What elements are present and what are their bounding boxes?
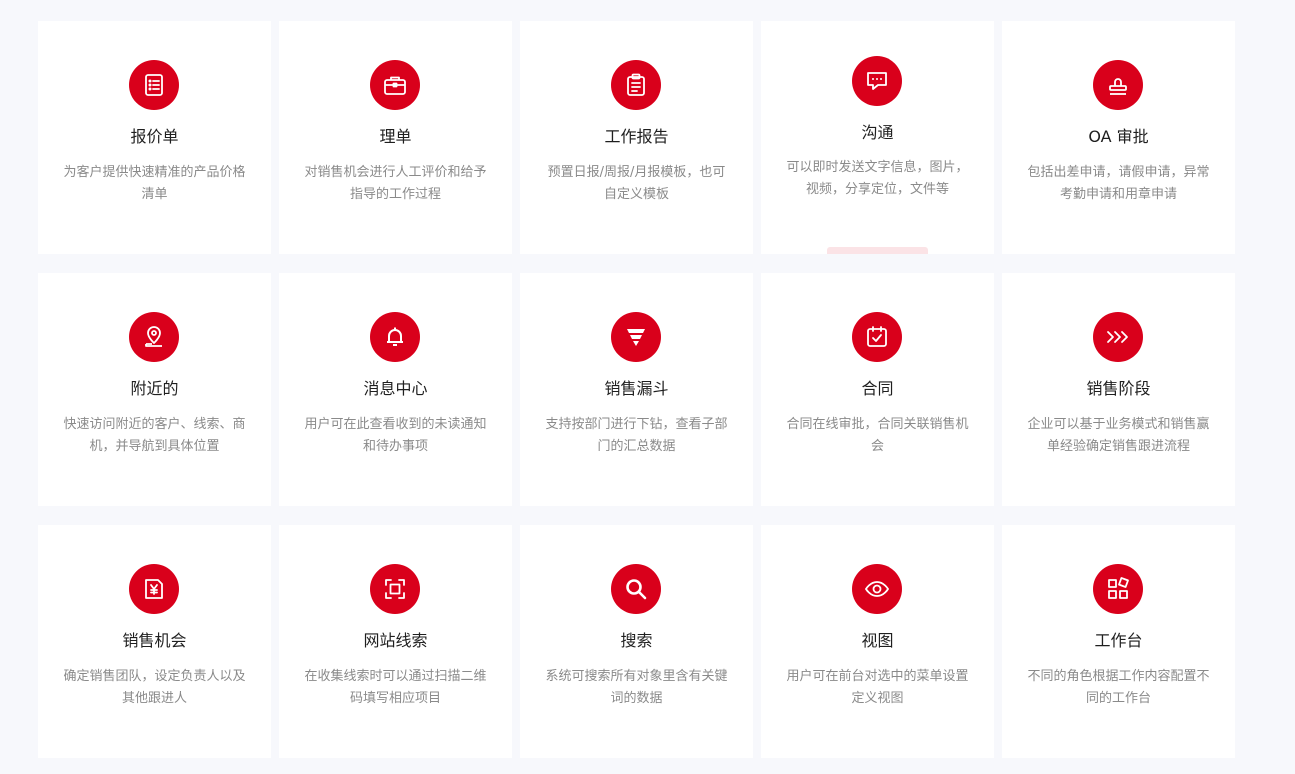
feature-card-quote[interactable]: 报价单 为客户提供快速精准的产品价格清单 [38, 21, 271, 254]
feature-title: 视图 [861, 631, 894, 650]
feature-description: 企业可以基于业务模式和销售赢单经验确定销售跟进流程 [1027, 417, 1210, 454]
feature-title: 销售机会 [122, 631, 187, 650]
feature-description: 用户可在此查看收到的未读通知和待办事项 [304, 417, 487, 454]
feature-card-contract[interactable]: 合同 合同在线审批，合同关联销售机会 [761, 273, 994, 506]
location-pin-icon [129, 312, 179, 362]
feature-title: 合同 [861, 379, 894, 398]
feature-card-communication[interactable]: 沟通 可以即时发送文字信息，图片，视频，分享定位，文件等 [761, 21, 994, 254]
feature-title: 附近的 [130, 379, 179, 398]
feature-description: 不同的角色根据工作内容配置不同的工作台 [1027, 669, 1210, 706]
feature-title: 销售漏斗 [604, 379, 669, 398]
feature-description: 支持按部门进行下钻，查看子部门的汇总数据 [545, 417, 728, 454]
list-document-icon [129, 60, 179, 110]
scan-frame-icon [370, 564, 420, 614]
feature-description: 快速访问附近的客户、线索、商机，并导航到具体位置 [63, 417, 246, 454]
feature-description: 在收集线索时可以通过扫描二维码填写相应项目 [304, 669, 487, 706]
feature-description: 预置日报/周报/月报模板，也可自定义模板 [547, 165, 726, 202]
feature-description: 用户可在前台对选中的菜单设置定义视图 [786, 669, 969, 706]
feature-card-workbench[interactable]: 工作台 不同的角色根据工作内容配置不同的工作台 [1002, 525, 1235, 758]
funnel-icon [611, 312, 661, 362]
stamp-icon [1093, 60, 1143, 110]
feature-card-website-leads[interactable]: 网站线索 在收集线索时可以通过扫描二维码填写相应项目 [279, 525, 512, 758]
feature-card-oa-approval[interactable]: OA 审批 包括出差申请，请假申请，异常考勤申请和用章申请 [1002, 21, 1235, 254]
feature-title: 报价单 [130, 127, 179, 146]
yen-document-icon [129, 564, 179, 614]
feature-title: 沟通 [861, 123, 894, 142]
feature-title: 网站线索 [363, 631, 428, 650]
feature-title: 工作报告 [604, 127, 669, 146]
feature-title: 搜索 [620, 631, 653, 650]
feature-card-search[interactable]: 搜索 系统可搜索所有对象里含有关键词的数据 [520, 525, 753, 758]
feature-card-sales-stage[interactable]: 销售阶段 企业可以基于业务模式和销售赢单经验确定销售跟进流程 [1002, 273, 1235, 506]
feature-description: 为客户提供快速精准的产品价格清单 [63, 165, 246, 202]
feature-card-view[interactable]: 视图 用户可在前台对选中的菜单设置定义视图 [761, 525, 994, 758]
briefcase-icon [370, 60, 420, 110]
grid-apps-icon [1093, 564, 1143, 614]
feature-description: 包括出差申请，请假申请，异常考勤申请和用章申请 [1027, 165, 1210, 202]
feature-grid: 报价单 为客户提供快速精准的产品价格清单 理单 对销售机会进行人工评价和给予指导… [38, 21, 1235, 758]
feature-card-message-center[interactable]: 消息中心 用户可在此查看收到的未读通知和待办事项 [279, 273, 512, 506]
chat-bubble-icon [852, 56, 902, 106]
search-icon [611, 564, 661, 614]
feature-title: 消息中心 [363, 379, 428, 398]
feature-title: 理单 [379, 127, 412, 146]
feature-card-sales-funnel[interactable]: 销售漏斗 支持按部门进行下钻，查看子部门的汇总数据 [520, 273, 753, 506]
chevrons-right-icon [1093, 312, 1143, 362]
feature-title: 销售阶段 [1086, 379, 1151, 398]
feature-card-nearby[interactable]: 附近的 快速访问附近的客户、线索、商机，并导航到具体位置 [38, 273, 271, 506]
feature-card-work-report[interactable]: 工作报告 预置日报/周报/月报模板，也可自定义模板 [520, 21, 753, 254]
feature-description: 合同在线审批，合同关联销售机会 [786, 417, 969, 454]
feature-card-sales-opportunity[interactable]: 销售机会 确定销售团队，设定负责人以及其他跟进人 [38, 525, 271, 758]
clipboard-icon [611, 60, 661, 110]
hover-indicator [827, 247, 928, 254]
feature-description: 系统可搜索所有对象里含有关键词的数据 [545, 669, 728, 706]
feature-description: 可以即时发送文字信息，图片，视频，分享定位，文件等 [786, 160, 969, 197]
calendar-check-icon [852, 312, 902, 362]
feature-description: 对销售机会进行人工评价和给予指导的工作过程 [304, 165, 487, 202]
feature-title: 工作台 [1094, 631, 1143, 650]
bell-icon [370, 312, 420, 362]
feature-title: OA 审批 [1088, 127, 1149, 146]
eye-icon [852, 564, 902, 614]
feature-description: 确定销售团队，设定负责人以及其他跟进人 [63, 669, 246, 706]
feature-card-order-review[interactable]: 理单 对销售机会进行人工评价和给予指导的工作过程 [279, 21, 512, 254]
